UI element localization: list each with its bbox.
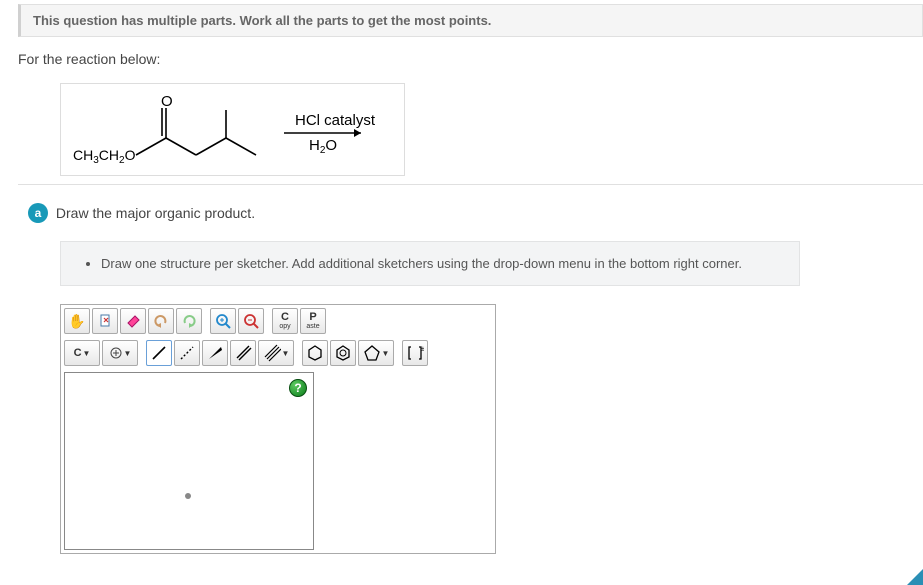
hexagon-icon (306, 344, 324, 362)
svg-text:HCl catalyst: HCl catalyst (295, 112, 376, 129)
triple-bond-button[interactable]: ▼ (258, 340, 294, 366)
chevron-down-icon: ▼ (124, 349, 132, 358)
reaction-prompt: For the reaction below: (0, 51, 923, 75)
reaction-scheme: O CH3CH2O HCl catalyst H2O (60, 83, 405, 176)
hexagon-ring-button[interactable] (302, 340, 328, 366)
redo-icon (181, 313, 197, 329)
atom-select-button[interactable]: C ▼ (64, 340, 100, 366)
molecule-sketcher: ✋ C opy P aste C ▼ (60, 304, 496, 554)
paste-button[interactable]: P aste (300, 308, 326, 334)
zoom-out-icon (243, 313, 259, 329)
chevron-down-icon: ▼ (282, 349, 290, 358)
svg-text:O: O (161, 93, 173, 110)
select-icon (98, 313, 112, 329)
pentagon-icon (363, 344, 381, 362)
toolbar-top: ✋ C opy P aste (61, 305, 495, 337)
chevron-down-icon: ▼ (83, 349, 91, 358)
sketcher-instruction-box: Draw one structure per sketcher. Add add… (60, 241, 800, 286)
drawing-canvas[interactable]: ? (64, 372, 314, 550)
single-bond-button[interactable] (146, 340, 172, 366)
hand-icon: ✋ (68, 313, 85, 330)
double-bond-icon (234, 344, 252, 362)
svg-text:±: ± (421, 346, 424, 353)
benzene-ring-button[interactable] (330, 340, 356, 366)
dotted-bond-button[interactable] (174, 340, 200, 366)
part-instruction: Draw the major organic product. (56, 205, 255, 221)
copy-label-top: C (281, 312, 289, 323)
copy-button[interactable]: C opy (272, 308, 298, 334)
part-row: a Draw the major organic product. (0, 203, 923, 223)
svg-text:CH3CH2O: CH3CH2O (73, 147, 136, 166)
benzene-icon (334, 344, 352, 362)
brackets-button[interactable]: ± (402, 340, 428, 366)
canvas-origin-dot (185, 493, 191, 499)
erase-button[interactable] (120, 308, 146, 334)
undo-icon (153, 313, 169, 329)
part-letter-badge: a (28, 203, 48, 223)
bracket-icon: ± (406, 344, 424, 362)
wedge-bond-icon (206, 344, 224, 362)
pan-hand-button[interactable]: ✋ (64, 308, 90, 334)
instruction-bullet: Draw one structure per sketcher. Add add… (101, 256, 779, 271)
svg-text:H2O: H2O (309, 137, 337, 156)
zoom-in-button[interactable] (210, 308, 236, 334)
triple-bond-icon (263, 344, 281, 362)
charge-icon (109, 346, 123, 360)
undo-button[interactable] (148, 308, 174, 334)
copy-label-bot: opy (279, 323, 290, 330)
ring-menu-button[interactable]: ▼ (358, 340, 394, 366)
zoom-in-icon (215, 313, 231, 329)
header-instruction: This question has multiple parts. Work a… (18, 4, 923, 37)
reaction-svg: O CH3CH2O HCl catalyst H2O (71, 92, 396, 167)
resize-handle-icon[interactable] (907, 569, 923, 585)
select-button[interactable] (92, 308, 118, 334)
dotted-bond-icon (178, 344, 196, 362)
wedge-bond-button[interactable] (202, 340, 228, 366)
help-button[interactable]: ? (289, 379, 307, 397)
redo-button[interactable] (176, 308, 202, 334)
chevron-down-icon: ▼ (382, 349, 390, 358)
zoom-out-button[interactable] (238, 308, 264, 334)
double-bond-button[interactable] (230, 340, 256, 366)
paste-label-top: P (309, 312, 316, 323)
eraser-icon (125, 313, 141, 329)
charge-button[interactable]: ▼ (102, 340, 138, 366)
section-divider (18, 184, 923, 185)
single-bond-icon (150, 344, 168, 362)
toolbar-bottom: C ▼ ▼ ▼ ▼ (61, 337, 495, 369)
paste-label-bot: aste (306, 323, 319, 330)
atom-label: C (74, 347, 82, 359)
